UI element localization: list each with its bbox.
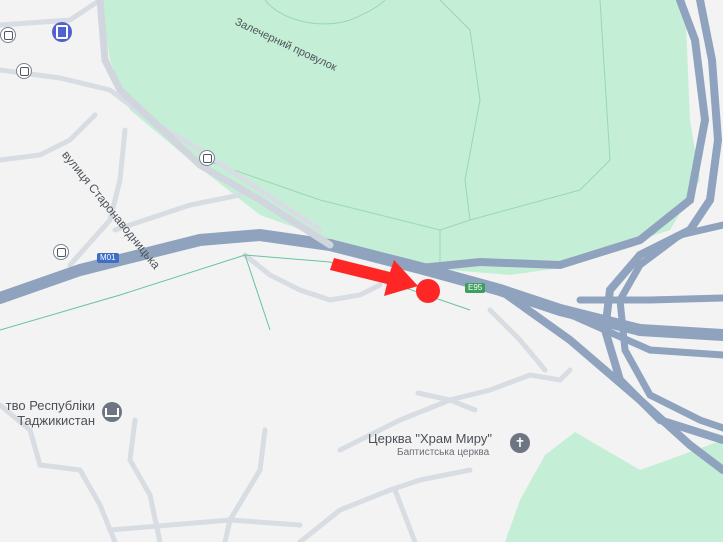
bus-stop-icon[interactable] [199, 150, 215, 166]
map-canvas[interactable]: M01 E95 вулиця Старонаводницька Залечерн… [0, 0, 723, 542]
bus-stop-icon[interactable] [53, 244, 69, 260]
church-type-label: Баптистська церква [397, 447, 490, 458]
route-shield-e95: E95 [465, 283, 486, 293]
church-cross-icon[interactable]: ✝ [510, 433, 530, 453]
location-marker-icon[interactable] [416, 279, 440, 303]
bus-stop-icon[interactable] [16, 63, 32, 79]
fuel-station-icon[interactable] [52, 22, 72, 42]
church-name-label: Церква "Храм Миру" [368, 431, 492, 446]
route-shield-m01: M01 [97, 253, 119, 263]
park-area-north [100, 0, 700, 275]
embassy-label: тво Республіки Таджикистан [5, 398, 95, 428]
pointer-arrow-icon [330, 258, 418, 296]
bus-stop-icon[interactable] [0, 27, 16, 43]
embassy-icon[interactable] [102, 402, 122, 422]
